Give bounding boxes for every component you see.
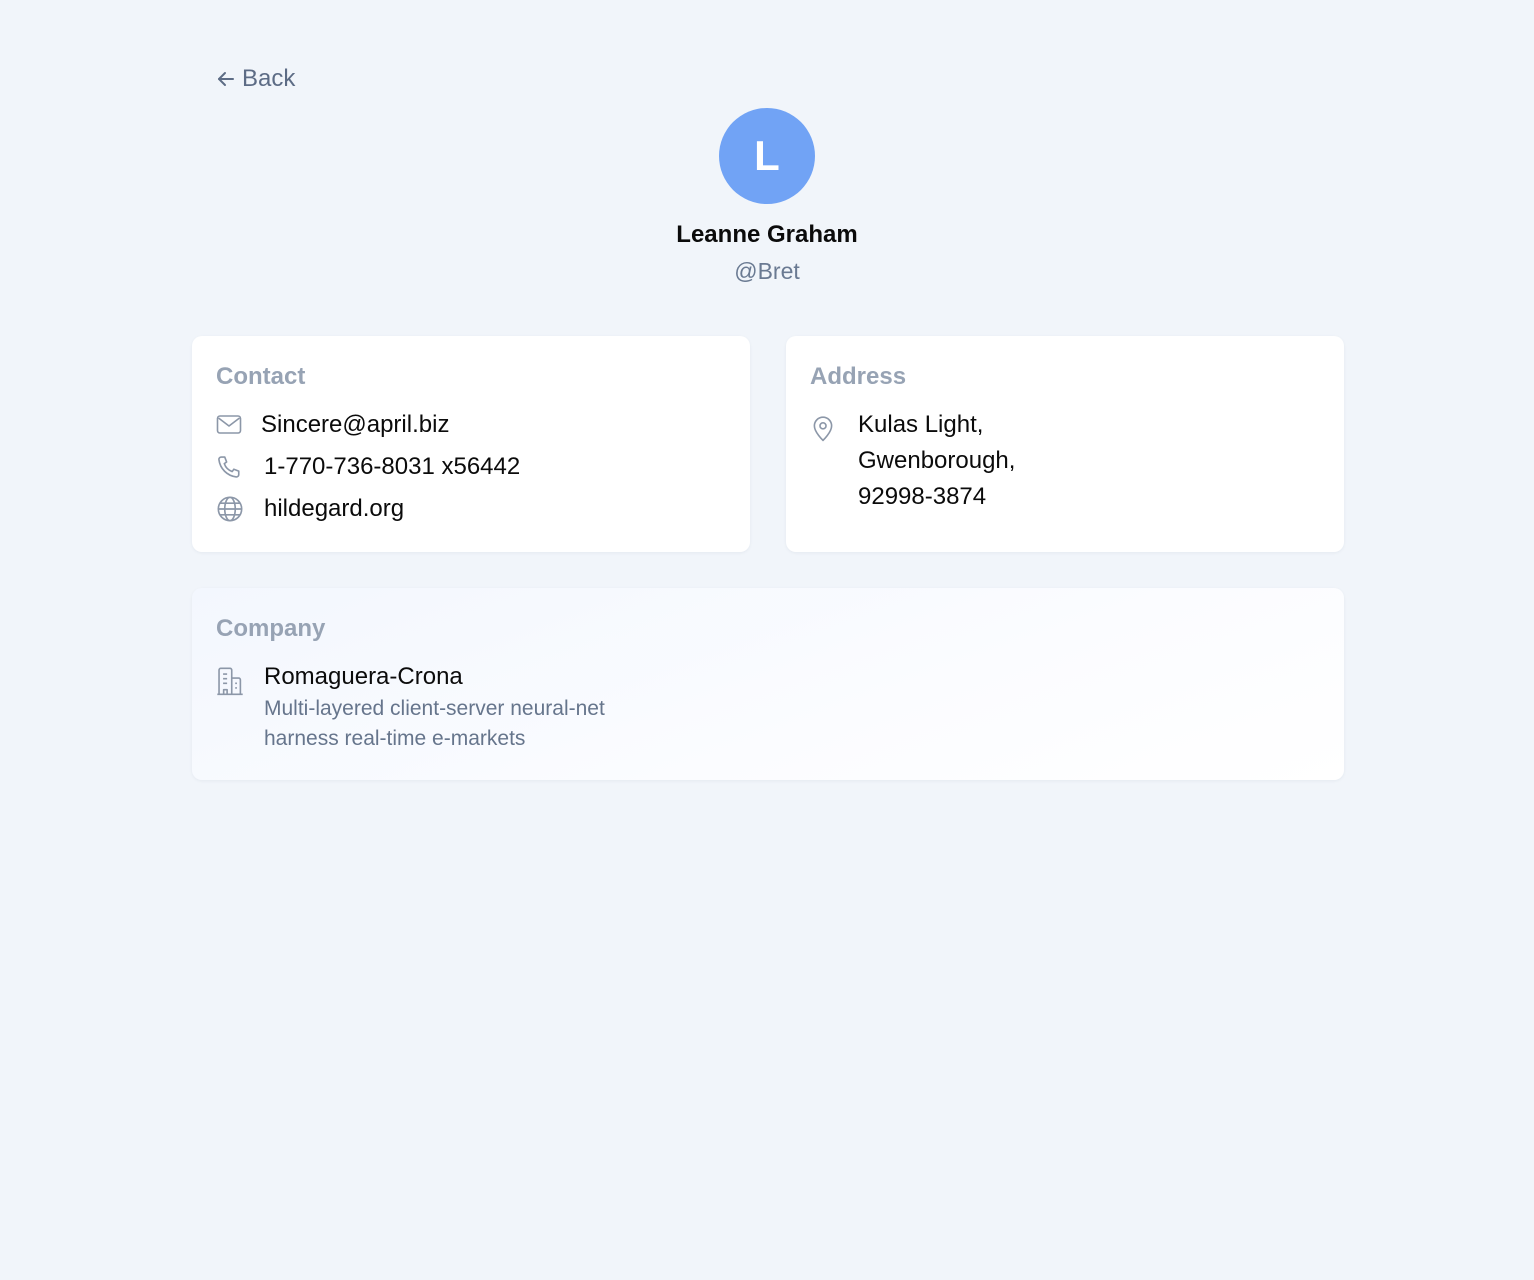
building-icon <box>216 662 246 701</box>
back-link-label: Back <box>242 65 296 92</box>
avatar: L <box>719 108 815 204</box>
globe-icon <box>216 495 246 523</box>
contact-card: Contact Sincere@april.biz 1-770-736-8031… <box>192 336 750 552</box>
profile-username: @Bret <box>734 258 800 284</box>
company-bs: harness real-time e-markets <box>264 727 526 750</box>
phone-icon <box>216 453 246 481</box>
contact-website[interactable]: hildegard.org <box>264 494 404 524</box>
address-line: 92998-3874 <box>858 483 987 510</box>
address-card: Address Kulas Light, Gwenborough, 92998-… <box>786 336 1344 552</box>
company-card: Company Romaguera-Crona Multi-layered cl… <box>192 588 1344 780</box>
contact-email-row: Sincere@april.biz <box>216 410 726 440</box>
arrow-left-icon <box>216 69 236 89</box>
profile-name: Leanne Graham <box>676 221 858 248</box>
company-card-title: Company <box>216 615 326 642</box>
map-pin-icon <box>810 410 840 447</box>
profile-header: L Leanne Graham @Bret <box>0 108 1534 286</box>
contact-website-row: hildegard.org <box>216 494 726 524</box>
address-text: Kulas Light, Gwenborough, 92998-3874 <box>858 407 1015 515</box>
user-profile-page: Back L Leanne Graham @Bret Contact Since… <box>0 0 1534 1280</box>
contact-email[interactable]: Sincere@april.biz <box>261 410 449 440</box>
mail-icon <box>216 414 246 436</box>
address-line: Kulas Light, <box>858 411 984 438</box>
address-card-title: Address <box>810 363 907 390</box>
company-name: Romaguera-Crona <box>264 663 463 690</box>
contact-card-title: Contact <box>216 363 306 390</box>
contact-phone-row: 1-770-736-8031 x56442 <box>216 452 726 482</box>
company-catch-phrase: Multi-layered client-server neural-net <box>264 697 605 720</box>
contact-phone[interactable]: 1-770-736-8031 x56442 <box>264 452 520 482</box>
address-line: Gwenborough, <box>858 447 1016 474</box>
back-link[interactable]: Back <box>216 64 295 94</box>
